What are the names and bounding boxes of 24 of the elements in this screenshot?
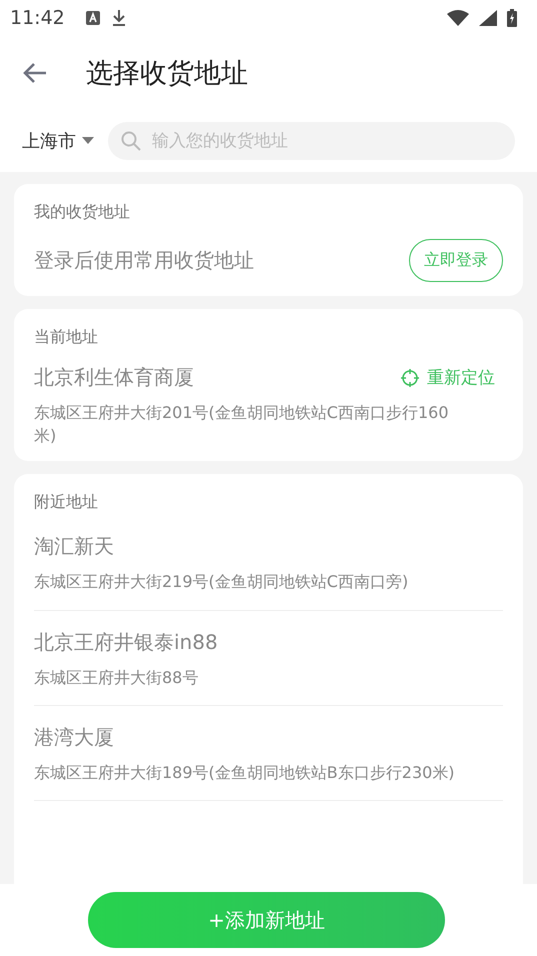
login-hint: 登录后使用常用收货地址 bbox=[34, 247, 254, 274]
status-time: 11:42 bbox=[10, 7, 65, 29]
download-icon bbox=[110, 9, 127, 27]
section-heading: 当前地址 bbox=[34, 327, 99, 348]
dropdown-caret-icon bbox=[82, 137, 94, 145]
back-icon[interactable] bbox=[22, 62, 48, 84]
keyboard-icon bbox=[84, 10, 101, 26]
crosshair-icon bbox=[401, 368, 419, 386]
relocate-button[interactable]: 重新定位 bbox=[401, 366, 503, 389]
section-heading: 我的收货地址 bbox=[34, 202, 131, 223]
address-name: 北京利生体育商厦 bbox=[34, 364, 194, 391]
address-item[interactable]: 淘汇新天 东城区王府井大街219号(金鱼胡同地铁站C西南口旁) bbox=[34, 529, 503, 611]
city-selector[interactable]: 上海市 bbox=[22, 129, 94, 153]
add-address-button[interactable]: +添加新地址 bbox=[88, 892, 445, 948]
page-title: 选择收货地址 bbox=[86, 57, 248, 91]
battery-icon bbox=[507, 9, 517, 27]
address-item[interactable]: 港湾大厦 东城区王府井大街189号(金鱼胡同地铁站B东口步行230米) bbox=[34, 720, 503, 801]
section-heading: 附近地址 bbox=[34, 492, 99, 514]
wifi-icon bbox=[447, 10, 469, 26]
search-field[interactable]: 输入您的收货地址 bbox=[108, 122, 515, 160]
address-item[interactable]: 北京王府井银泰in88 东城区王府井大街88号 bbox=[34, 624, 503, 706]
signal-icon bbox=[479, 10, 497, 26]
login-button[interactable]: 立即登录 bbox=[409, 239, 503, 282]
address-detail: 东城区王府井大街201号(金鱼胡同地铁站C西南口步行160米) bbox=[34, 402, 450, 448]
